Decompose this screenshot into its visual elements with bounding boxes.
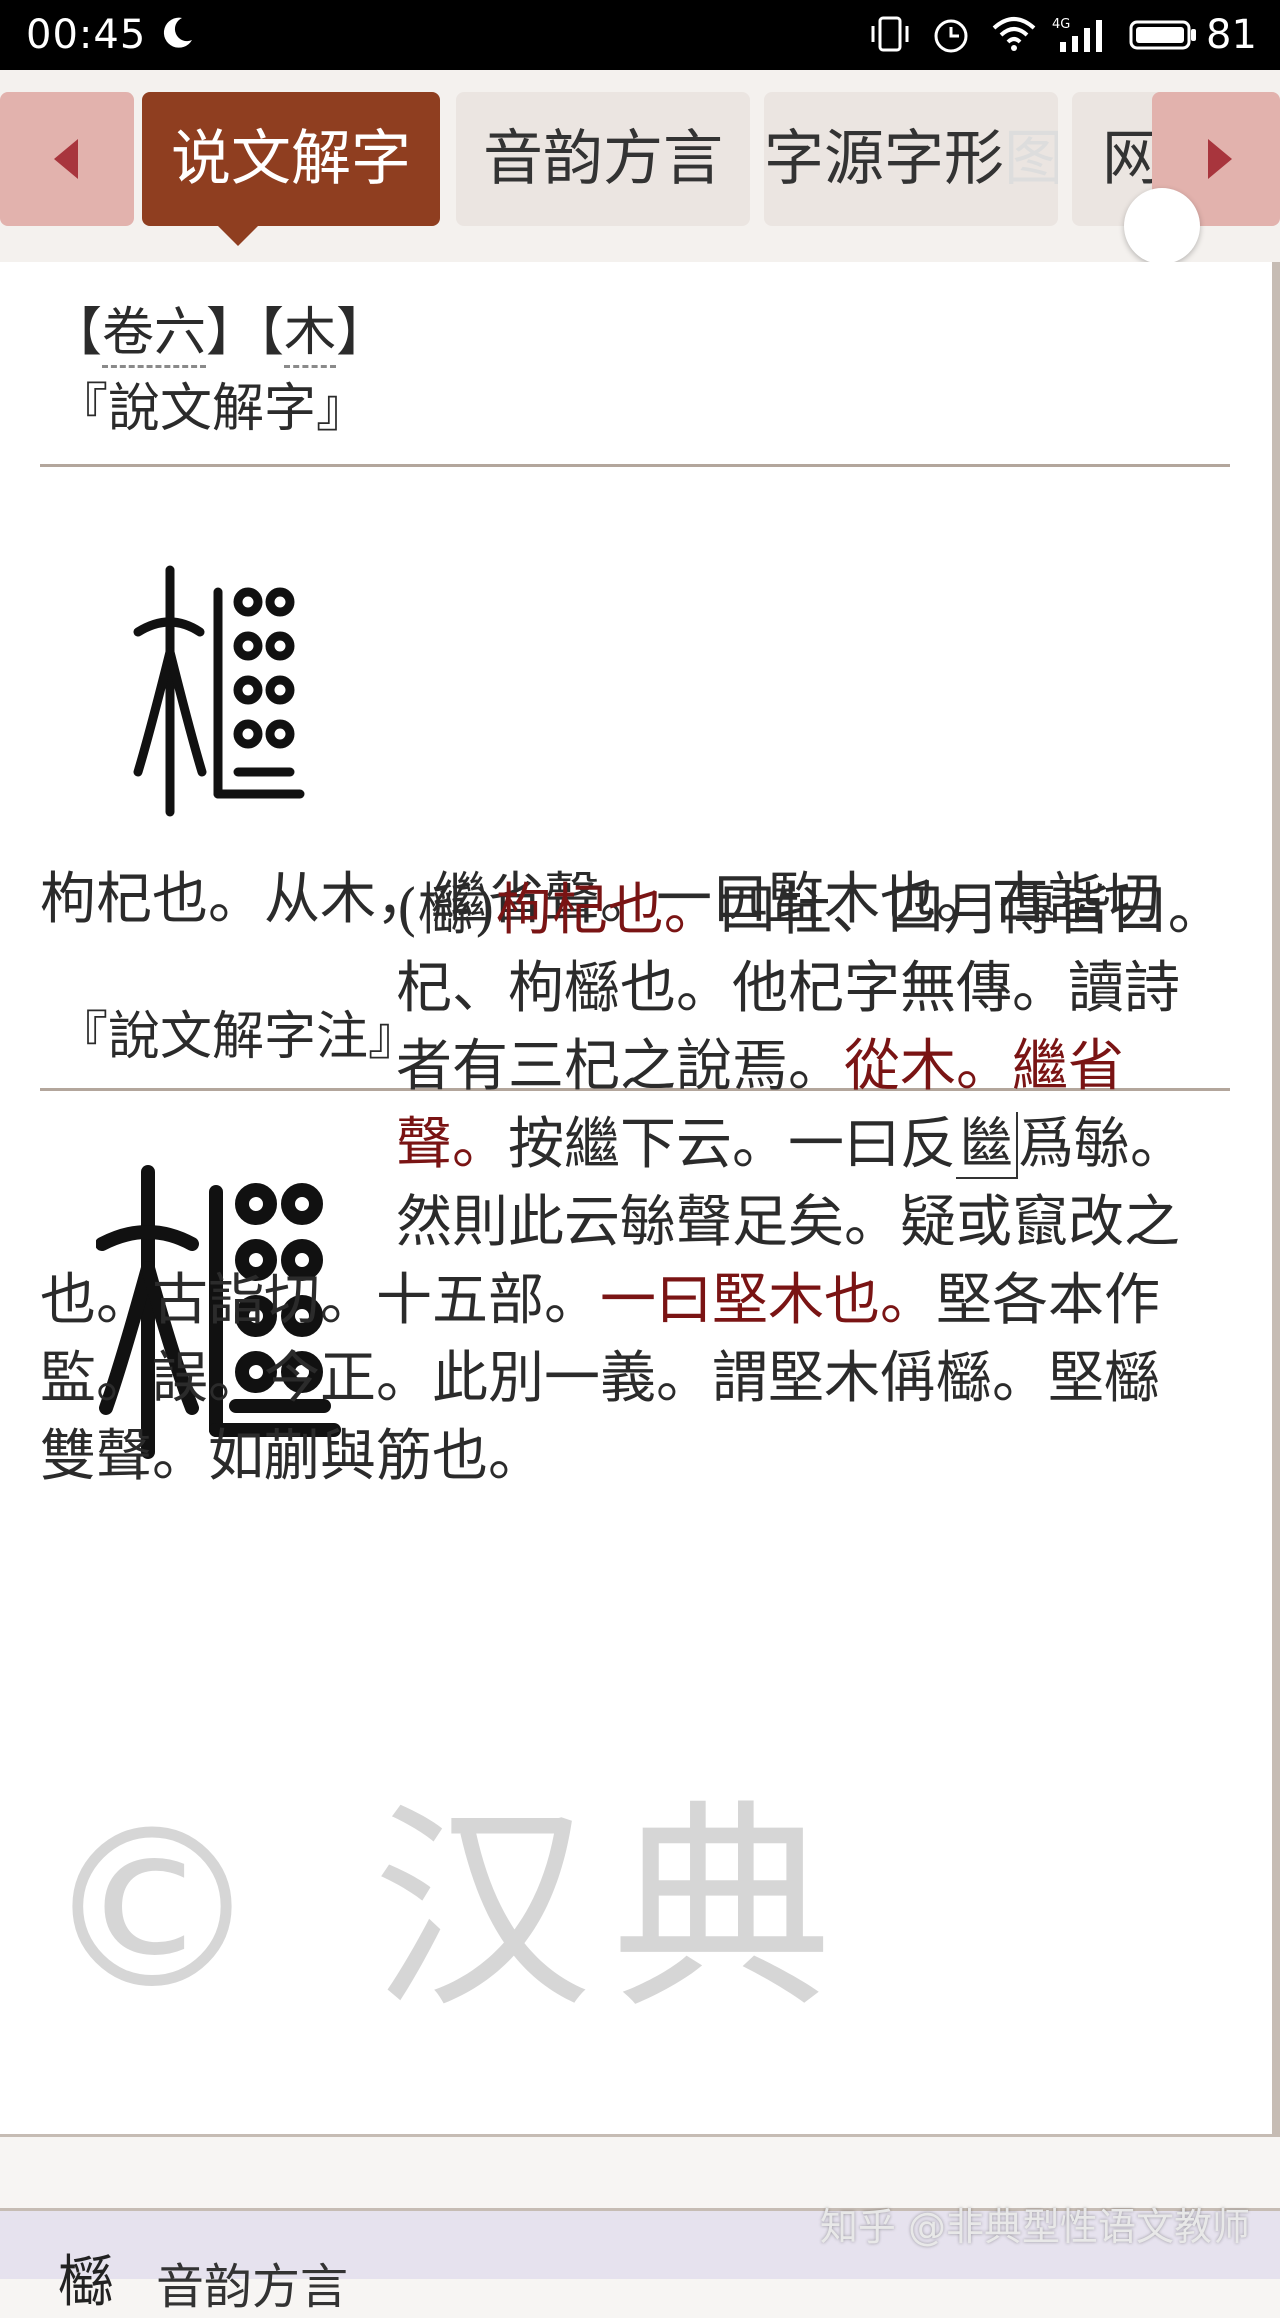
wifi-icon [992, 17, 1036, 51]
active-tab-pointer [218, 226, 258, 246]
zhu-text: 按繼下云。一曰反 [508, 1112, 956, 1177]
handian-watermark: © 汉典 [42, 1782, 852, 2038]
tab-bar: 说文解字 音韵方言 字源字形图 网 [0, 70, 1280, 264]
zhu-quote-text: 聲。 [396, 1112, 508, 1177]
zhu-text: 也。古詣切。十五部。 [40, 1268, 600, 1333]
zhu-text: 䋣 [620, 1190, 676, 1255]
tabs-prev-button[interactable] [0, 92, 134, 226]
zhu-section-title: 『說文解字注』 [56, 1007, 421, 1067]
breadcrumb: 【卷六】【木】 [50, 290, 388, 368]
floating-assistive-button[interactable] [1124, 188, 1200, 264]
zhu-text: 者有三杞之說焉。 [396, 1034, 844, 1099]
zhu-text: 。 [1130, 1112, 1186, 1177]
moon-icon [163, 17, 192, 48]
battery-level: 81 [1206, 12, 1257, 58]
zhu-text: 監。誤。今正。此別一義。謂堅木偁櫾。堅櫾 [40, 1346, 1160, 1411]
tab-yinyun[interactable]: 音韵方言 [456, 92, 750, 226]
network-label: 4G [1052, 17, 1070, 32]
section-divider [40, 464, 1230, 467]
zhu-text: 杞、枸櫾也。他杞字無傳。讀詩 [396, 956, 1180, 1021]
zhu-quote-text: 一曰堅木也。 [600, 1268, 936, 1333]
tab-tu-label: 图 [1004, 124, 1058, 194]
zhu-text: 然則此云 [396, 1190, 620, 1255]
zhu-text: 雙聲。如蒯與筋也。 [40, 1424, 544, 1489]
seal-script-glyph [133, 565, 305, 817]
vibrate-icon [871, 16, 909, 52]
chevron-left-icon [54, 139, 78, 179]
zhu-text: (櫾) [396, 878, 496, 943]
zhu-quote-text: 枸杞也。 [495, 878, 720, 943]
next-section-label: 音韵方言 [156, 2259, 349, 2315]
chevron-right-icon [1208, 139, 1232, 179]
zhu-line: 監。誤。今正。此別一義。謂堅木偁櫾。堅櫾 [40, 1340, 1160, 1418]
shuowen-card: 【卷六】【木】 『說文解字』 枸杞也。从木，繼省聲。一曰監木也。古詣切 『說文解… [0, 262, 1280, 2137]
status-time: 00:45 [26, 12, 147, 58]
battery-icon [1129, 20, 1196, 50]
breadcrumb-radical-link[interactable]: 木 [284, 303, 337, 368]
status-bar: 00:45 4G 81 [0, 0, 1280, 70]
zhu-quote-text: 從木。繼省 [844, 1034, 1124, 1099]
zhu-line: 聲。按繼下云。一曰反㡭爲䋣。 [396, 1106, 1186, 1184]
zhu-line: 也。古詣切。十五部。一曰堅木也。堅各本作 [40, 1262, 1160, 1340]
zhu-text: 聲足矣。疑或竄改之 [676, 1190, 1180, 1255]
tab-ziyuan[interactable]: 字源字形图 [764, 92, 1058, 226]
zhu-text: 爲 [1018, 1112, 1074, 1177]
zhu-text: 堅各本作 [936, 1268, 1160, 1333]
zhu-text: 䋣 [1074, 1112, 1130, 1177]
shuowen-section-title: 『說文解字』 [56, 379, 369, 439]
breadcrumb-juan-link[interactable]: 卷六 [102, 303, 207, 368]
variant-char-link[interactable]: 㡭 [956, 1112, 1018, 1179]
signal-icon: 4G [1052, 17, 1102, 52]
next-section-char: 櫾 [58, 2250, 114, 2315]
zhu-line: 者有三杞之說焉。從木。繼省 [396, 1028, 1124, 1106]
zhu-line: 雙聲。如蒯與筋也。 [40, 1418, 544, 1496]
zhu-text: 四牡、四月傳皆曰。 [719, 878, 1224, 943]
tab-ziyuan-label: 字源字形 [764, 124, 1004, 194]
zhu-line: 杞、枸櫾也。他杞字無傳。讀詩 [396, 950, 1180, 1028]
tab-shuowen[interactable]: 说文解字 [142, 92, 440, 226]
source-credit-watermark: 知乎 @非典型性语文教师 [819, 2205, 1250, 2249]
zhu-line: 然則此云䋣聲足矣。疑或竄改之 [396, 1184, 1180, 1262]
zhu-line: (櫾)枸杞也。四牡、四月傳皆曰。 [396, 872, 1224, 950]
alarm-icon [934, 19, 968, 53]
